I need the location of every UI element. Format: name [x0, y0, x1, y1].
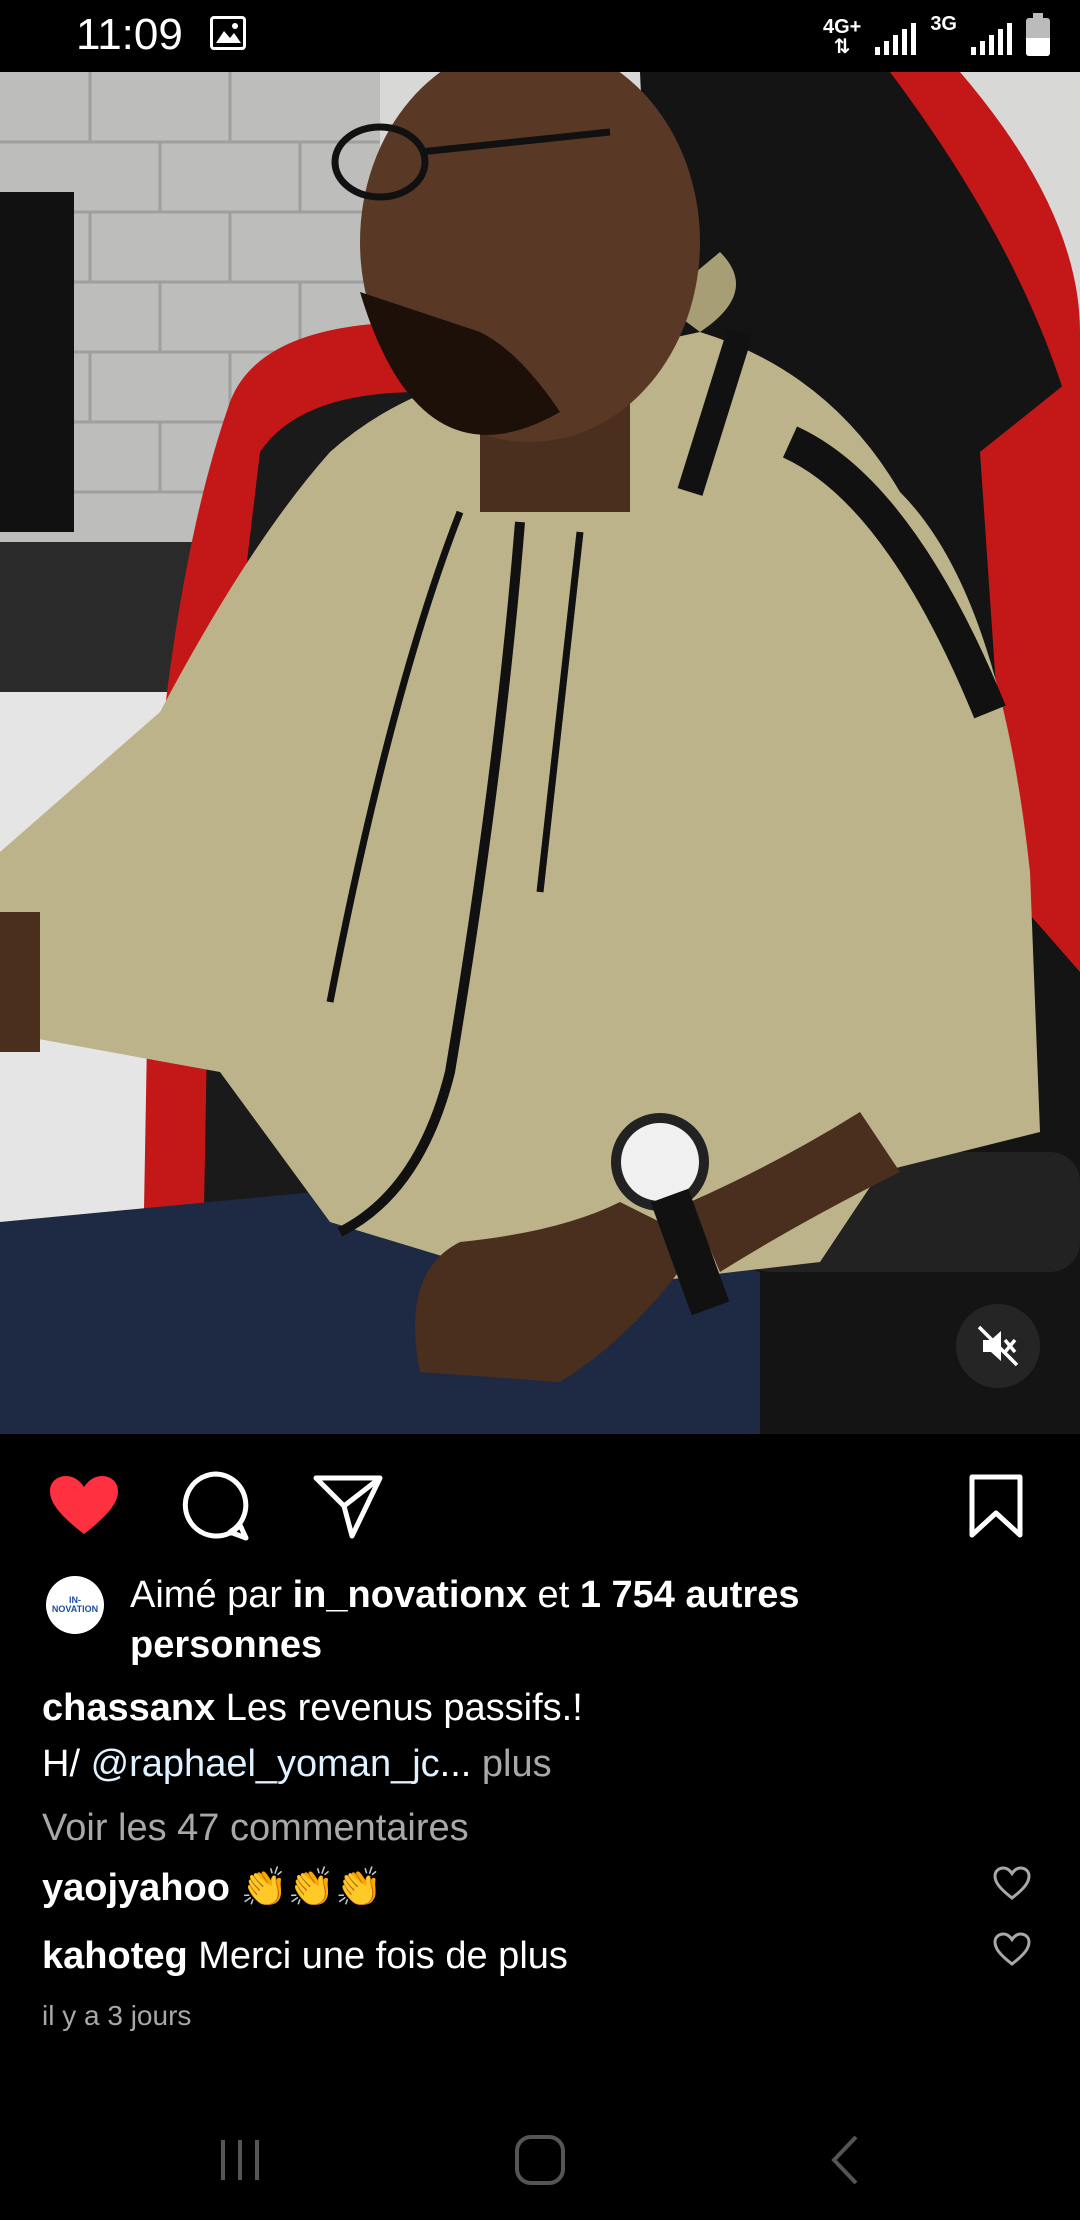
- network-type-label: 4G+ ⇅: [822, 16, 862, 58]
- share-button[interactable]: [308, 1466, 388, 1546]
- liked-by-user[interactable]: in_novationx: [293, 1574, 527, 1616]
- like-button[interactable]: [44, 1466, 124, 1546]
- comment-text: 👏👏👏: [229, 1867, 383, 1909]
- recent-apps-icon: [221, 2140, 259, 2180]
- post-actions: [0, 1434, 1080, 1574]
- comment-icon: [182, 1471, 249, 1541]
- back-icon: [831, 2135, 858, 2185]
- comment-like-heart-icon[interactable]: [992, 1864, 1032, 1904]
- send-icon: [313, 1475, 383, 1539]
- back-button[interactable]: [806, 2120, 886, 2200]
- post-caption: chassanx Les revenus passifs.! H/ @rapha…: [42, 1687, 583, 1785]
- save-button[interactable]: [956, 1466, 1036, 1546]
- comment-user[interactable]: kahoteg: [42, 1935, 188, 1977]
- network-type-label-2: 3G: [930, 13, 957, 35]
- caption-mention[interactable]: @raphael_yoman_jc: [91, 1743, 440, 1785]
- caption-more-link[interactable]: plus: [471, 1743, 552, 1785]
- bookmark-icon: [969, 1474, 1023, 1538]
- speaker-muted-icon: [977, 1325, 1019, 1367]
- comment-item: yaojyahoo 👏👏👏: [42, 1860, 1002, 1916]
- home-button[interactable]: [500, 2120, 580, 2200]
- video-frame-illustration: [0, 72, 1080, 1434]
- home-icon: [515, 2135, 565, 2185]
- status-icons: 4G+ ⇅ 3G: [823, 12, 1050, 62]
- comment-text: Merci une fois de plus: [187, 1935, 568, 1977]
- heart-filled-icon: [50, 1476, 118, 1534]
- status-bar: 11:09 4G+ ⇅ 3G: [0, 0, 1080, 72]
- view-comments-link[interactable]: Voir les 47 commentaires: [42, 1800, 469, 1856]
- mute-button[interactable]: [956, 1304, 1040, 1388]
- post-time-ago: il y a 3 jours: [42, 2000, 192, 2031]
- signal-icon: [875, 19, 917, 55]
- caption-author[interactable]: chassanx: [42, 1687, 215, 1729]
- caption-text: Les revenus passifs.!: [215, 1687, 583, 1729]
- liked-by-avatar[interactable]: IN-NOVATION: [46, 1576, 104, 1634]
- comment-item: kahoteg Merci une fois de plus: [42, 1928, 1002, 1984]
- recent-apps-button[interactable]: [200, 2120, 280, 2200]
- image-icon: [210, 16, 246, 50]
- status-time: 11:09: [76, 10, 183, 59]
- battery-icon: [1026, 13, 1050, 56]
- comment-user[interactable]: yaojyahoo: [42, 1867, 230, 1909]
- comment-button[interactable]: [176, 1466, 256, 1546]
- signal-icon-2: [971, 19, 1012, 55]
- system-nav-bar: [0, 2090, 1080, 2220]
- comment-like-heart-icon[interactable]: [992, 1930, 1032, 1970]
- liked-by-text[interactable]: Aimé par in_novationx et 1 754 autres pe…: [130, 1570, 910, 1670]
- post-media[interactable]: [0, 72, 1080, 1434]
